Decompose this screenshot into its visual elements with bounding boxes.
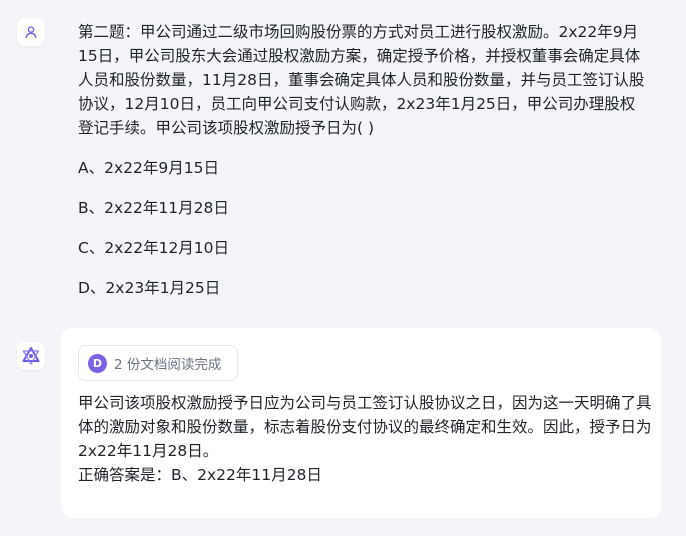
question-text: 第二题：甲公司通过二级市场回购股份票的方式对员工进行股权激励。2x22年9月15… — [78, 23, 645, 137]
user-icon — [24, 25, 38, 39]
documents-read-chip[interactable]: D 2 份文档阅读完成 — [78, 345, 239, 381]
user-avatar — [17, 18, 45, 46]
option-a: A、2x22年9月15日 — [78, 159, 219, 177]
final-answer-text: 正确答案是：B、2x22年11月28日 — [78, 466, 322, 484]
option-c: C、2x22年12月10日 — [78, 239, 230, 257]
answer-body: 甲公司该项股权激励授予日应为公司与员工签订认股协议之日，因为这一天明确了具体的激… — [78, 391, 653, 487]
assistant-avatar — [17, 342, 45, 370]
user-message: 第二题：甲公司通过二级市场回购股份票的方式对员工进行股权激励。2x22年9月15… — [78, 20, 648, 316]
option-d: D、2x23年1月25日 — [78, 279, 221, 297]
answer-text: 甲公司该项股权激励授予日应为公司与员工签订认股协议之日，因为这一天明确了具体的激… — [78, 394, 652, 460]
assistant-logo-icon — [21, 346, 41, 366]
document-icon: D — [88, 353, 107, 373]
documents-read-label: 2 份文档阅读完成 — [114, 357, 222, 373]
option-b: B、2x22年11月28日 — [78, 199, 229, 217]
options-list: A、2x22年9月15日 B、2x22年11月28日 C、2x22年12月10日… — [78, 156, 648, 300]
assistant-message: D 2 份文档阅读完成 甲公司该项股权激励授予日应为公司与员工签订认股协议之日，… — [61, 328, 661, 518]
